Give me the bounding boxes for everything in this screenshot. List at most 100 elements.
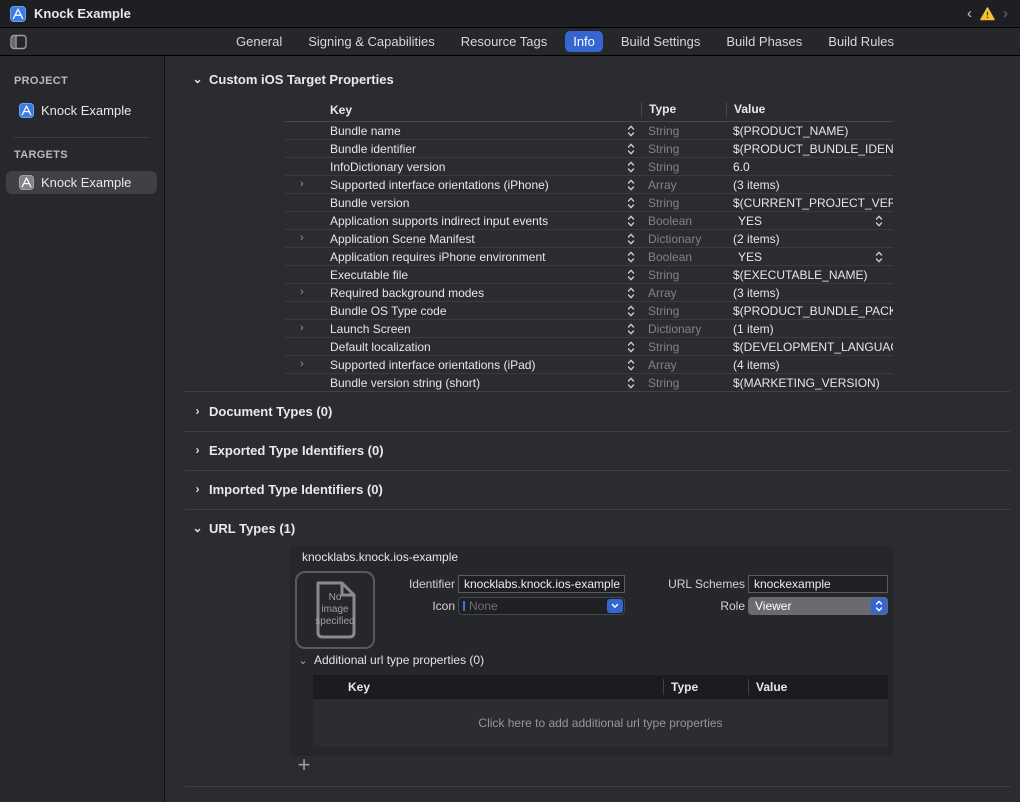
add-url-type-button[interactable]: + — [294, 756, 314, 776]
property-type-label: Array — [641, 178, 726, 192]
forward-chevron-icon[interactable]: › — [1001, 6, 1010, 21]
key-stepper-icon[interactable] — [627, 250, 635, 263]
back-chevron-icon[interactable]: ‹ — [965, 6, 974, 21]
chevron-right-icon[interactable]: › — [189, 443, 206, 457]
editor-tab-bar: General Signing & Capabilities Resource Ta… — [0, 28, 1020, 56]
section-divider — [185, 431, 1010, 432]
property-row[interactable]: Bundle nameString$(PRODUCT_NAME) — [285, 122, 893, 140]
property-value[interactable]: $(MARKETING_VERSION) — [733, 376, 880, 390]
identifier-field[interactable]: knocklabs.knock.ios-example — [458, 575, 625, 593]
property-value[interactable]: (1 item) — [733, 322, 774, 336]
property-row[interactable]: Default localizationString$(DEVELOPMENT_… — [285, 338, 893, 356]
property-row[interactable]: Application requires iPhone environmentB… — [285, 248, 893, 266]
chevron-right-icon[interactable]: › — [189, 404, 206, 418]
property-value[interactable]: 6.0 — [733, 160, 750, 174]
property-row[interactable]: ›Application Scene ManifestDictionary(2 … — [285, 230, 893, 248]
property-value[interactable]: (3 items) — [733, 286, 780, 300]
property-value[interactable]: (3 items) — [733, 178, 780, 192]
property-row[interactable]: Bundle identifierString$(PRODUCT_BUNDLE_… — [285, 140, 893, 158]
tab-resource-tags[interactable]: Resource Tags — [453, 31, 555, 52]
tab-build-settings[interactable]: Build Settings — [613, 31, 709, 52]
key-stepper-icon[interactable] — [627, 376, 635, 389]
additional-url-type-properties-disclosure[interactable]: ⌄ Additional url type properties (0) — [296, 652, 484, 668]
property-value[interactable]: $(DEVELOPMENT_LANGUAGE) — [733, 340, 893, 354]
key-stepper-icon[interactable] — [627, 358, 635, 371]
add-additional-properties-area[interactable]: Click here to add additional url type pr… — [313, 699, 888, 747]
tab-build-phases[interactable]: Build Phases — [718, 31, 810, 52]
warning-triangle-icon[interactable] — [980, 7, 995, 21]
sidebar-toggle-icon[interactable] — [10, 34, 27, 50]
chevron-down-icon[interactable]: ⌄ — [189, 521, 206, 535]
role-label: Role — [640, 597, 745, 615]
property-row[interactable]: Bundle versionString$(CURRENT_PROJECT_VE… — [285, 194, 893, 212]
property-type-label: Boolean — [641, 250, 726, 264]
key-stepper-icon[interactable] — [627, 142, 635, 155]
property-row[interactable]: Application supports indirect input even… — [285, 212, 893, 230]
key-stepper-icon[interactable] — [627, 178, 635, 191]
sidebar-item-project-knock-example[interactable]: Knock Example — [6, 99, 157, 122]
property-type-label: Dictionary — [641, 322, 726, 336]
key-stepper-icon[interactable] — [627, 286, 635, 299]
tab-general[interactable]: General — [228, 31, 290, 52]
disclosure-chevron-icon[interactable]: › — [300, 232, 304, 244]
property-key-label: Executable file — [330, 268, 408, 282]
property-row[interactable]: ›Launch ScreenDictionary(1 item) — [285, 320, 893, 338]
chevron-down-icon[interactable]: ⌄ — [189, 72, 206, 86]
key-stepper-icon[interactable] — [627, 232, 635, 245]
property-key-label: InfoDictionary version — [330, 160, 445, 174]
property-value[interactable]: $(CURRENT_PROJECT_VERSION) — [733, 196, 893, 210]
popup-stepper-icon — [871, 598, 887, 614]
property-type-label: Array — [641, 286, 726, 300]
disclosure-chevron-icon[interactable]: › — [300, 286, 304, 298]
key-stepper-icon[interactable] — [627, 268, 635, 281]
icon-combo-box[interactable]: None — [458, 597, 625, 615]
tab-info[interactable]: Info — [565, 31, 603, 52]
url-schemes-field[interactable]: knockexample — [748, 575, 888, 593]
property-row[interactable]: ›Supported interface orientations (iPhon… — [285, 176, 893, 194]
tab-signing-capabilities[interactable]: Signing & Capabilities — [300, 31, 442, 52]
property-row[interactable]: Bundle version string (short)String$(MAR… — [285, 374, 893, 392]
property-value[interactable]: (2 items) — [733, 232, 780, 246]
property-row[interactable]: InfoDictionary versionString6.0 — [285, 158, 893, 176]
key-stepper-icon[interactable] — [627, 124, 635, 137]
property-value[interactable]: YES — [738, 250, 762, 264]
property-type-label: Boolean — [641, 214, 726, 228]
target-item-label: Knock Example — [41, 175, 131, 190]
property-row[interactable]: Executable fileString$(EXECUTABLE_NAME) — [285, 266, 893, 284]
key-stepper-icon[interactable] — [627, 304, 635, 317]
combo-dropdown-button[interactable] — [607, 599, 623, 613]
key-stepper-icon[interactable] — [627, 340, 635, 353]
section-url-types[interactable]: ⌄ URL Types (1) — [165, 517, 295, 539]
key-stepper-icon[interactable] — [627, 196, 635, 209]
property-value[interactable]: $(PRODUCT_BUNDLE_PACKAGE_TYPE) — [733, 304, 893, 318]
property-value[interactable]: $(EXECUTABLE_NAME) — [733, 268, 867, 282]
disclosure-chevron-icon[interactable]: › — [300, 178, 304, 190]
property-key-label: Bundle name — [330, 124, 401, 138]
chevron-right-icon[interactable]: › — [189, 482, 206, 496]
value-popup-stepper-icon[interactable] — [875, 214, 883, 227]
property-value[interactable]: $(PRODUCT_BUNDLE_IDENTIFIER) — [733, 142, 893, 156]
property-row[interactable]: ›Required background modesArray(3 items) — [285, 284, 893, 302]
property-value[interactable]: $(PRODUCT_NAME) — [733, 124, 848, 138]
section-document-types[interactable]: › Document Types (0) — [165, 400, 332, 422]
column-header-type: Type — [663, 679, 748, 695]
property-row[interactable]: ›Supported interface orientations (iPad)… — [285, 356, 893, 374]
section-exported-type-identifiers[interactable]: › Exported Type Identifiers (0) — [165, 439, 384, 461]
disclosure-chevron-icon[interactable]: › — [300, 322, 304, 334]
property-key-label: Bundle version — [330, 196, 409, 210]
property-value[interactable]: YES — [738, 214, 762, 228]
property-value[interactable]: (4 items) — [733, 358, 780, 372]
sidebar-item-target-knock-example[interactable]: Knock Example — [6, 171, 157, 194]
additional-properties-table: Key Type Value Click here to add additio… — [313, 675, 888, 747]
property-type-label: String — [641, 376, 726, 390]
section-custom-ios-target-properties[interactable]: ⌄ Custom iOS Target Properties — [165, 68, 394, 90]
key-stepper-icon[interactable] — [627, 322, 635, 335]
tab-build-rules[interactable]: Build Rules — [820, 31, 902, 52]
disclosure-chevron-icon[interactable]: › — [300, 358, 304, 370]
value-popup-stepper-icon[interactable] — [875, 250, 883, 263]
role-popup-button[interactable]: Viewer — [748, 597, 888, 615]
key-stepper-icon[interactable] — [627, 214, 635, 227]
key-stepper-icon[interactable] — [627, 160, 635, 173]
section-imported-type-identifiers[interactable]: › Imported Type Identifiers (0) — [165, 478, 383, 500]
property-row[interactable]: Bundle OS Type codeString$(PRODUCT_BUNDL… — [285, 302, 893, 320]
